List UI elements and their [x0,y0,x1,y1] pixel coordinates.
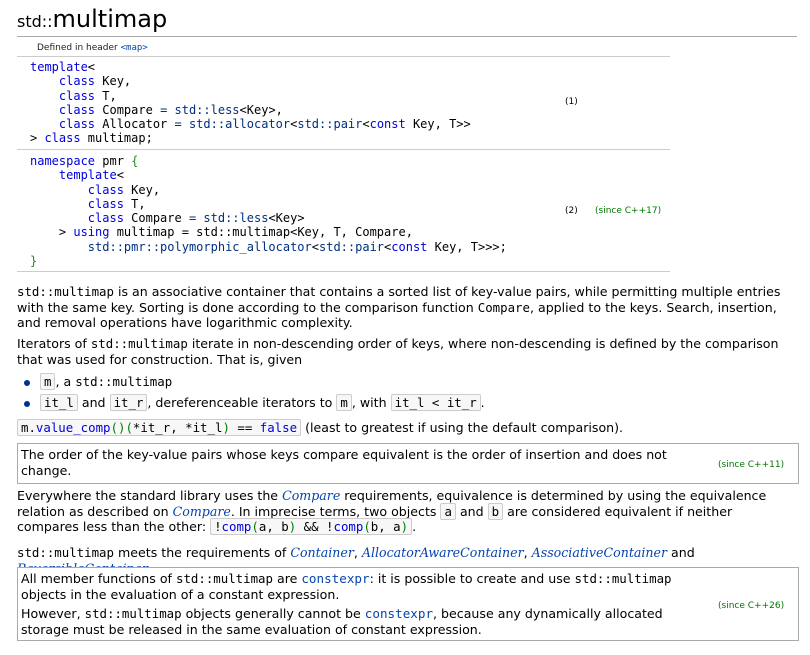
compare-link[interactable]: Compare [282,488,340,503]
declaration-divider-end [17,271,670,272]
expression-code: m.value_comp()(*it_r, *it_l) == false [17,419,302,436]
declaration-divider [17,149,670,150]
page-title: std::multimap [17,4,167,37]
description-paragraph: std::multimap is an associative containe… [17,284,781,330]
title-divider [17,36,797,37]
defined-in-label: Defined in header [37,43,118,53]
list-item: it_l and it_r, dereferenceable iterators… [24,394,784,412]
note-constexpr-since: (since C++26) [718,601,785,611]
equivalence-paragraph: Everywhere the standard library uses the… [17,488,767,535]
declaration-2-since: (since C++17) [595,206,662,216]
declaration-2-number: (2) [565,206,578,216]
compare-link[interactable]: Compare [173,504,231,519]
bullet-icon [24,379,30,386]
note-constexpr-paragraph-2: However, std::multimap objects generally… [21,606,663,637]
title-name: multimap [52,5,168,33]
list-item: m, a std::multimap [24,373,784,391]
iterator-paragraph: Iterators of std::multimap iterate in no… [17,336,779,367]
constexpr-link[interactable]: constexpr [365,606,433,621]
declaration-2: namespace pmr { template< class Key, cla… [30,154,507,269]
header-link[interactable]: <map> [121,43,148,53]
declaration-1: template< class Key, class T, class Comp… [30,60,471,146]
note-box-order: The order of the key-value pairs whose k… [17,443,799,484]
equivalence-expression: !comp(a, b) && !comp(b, a) [210,518,413,535]
constexpr-link[interactable]: constexpr [301,571,369,586]
allocator-aware-container-link[interactable]: AllocatorAwareContainer [362,545,524,560]
note-constexpr-paragraph-1: All member functions of std::multimap ar… [21,571,672,602]
container-link[interactable]: Container [290,545,354,560]
note-order-text: The order of the key-value pairs whose k… [21,447,667,478]
associative-container-link[interactable]: AssociativeContainer [532,545,667,560]
note-order-since: (since C++11) [718,460,785,470]
defined-in-header-row: Defined in header <map> [17,41,670,57]
comparison-expression: m.value_comp()(*it_r, *it_l) == false (l… [17,419,797,437]
bullet-icon [24,400,30,407]
declaration-1-number: (1) [565,97,578,107]
note-box-constexpr: All member functions of std::multimap ar… [17,567,799,641]
title-namespace: std:: [17,12,53,31]
defined-in-header: Defined in header <map> [37,43,148,53]
